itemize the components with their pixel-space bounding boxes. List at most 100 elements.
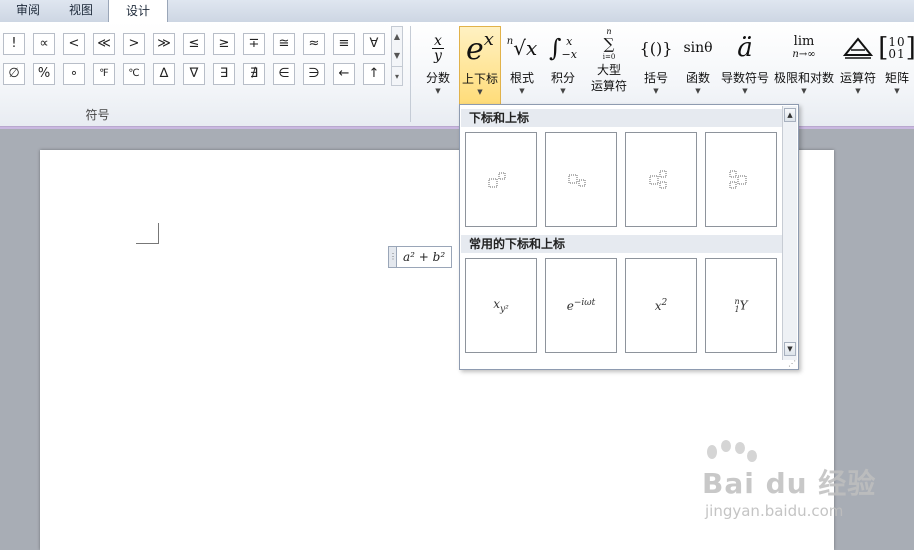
ribbon-tab-bar: 审阅 视图 设计 [0,0,914,23]
symbol-button[interactable]: ∀ [363,33,385,55]
limit-log-label: 极限和对数 [773,71,834,85]
dropdown-arrow-icon: ▼ [855,87,861,95]
common-script-tile-x2[interactable]: x2 [625,258,697,353]
symbol-button[interactable]: % [33,63,55,85]
symbol-button[interactable]: ∇ [183,63,205,85]
dropdown-arrow-icon: ▼ [435,87,441,95]
sub-superscript-template-icon [649,170,667,188]
symbols-scrollbar[interactable]: ▲ ▼ ▾ [391,26,403,86]
dropdown-arrow-icon: ▼ [801,87,807,95]
common-script-tile-xy2[interactable]: xy² [465,258,537,353]
formula-preview: e−iωt [566,298,596,313]
dropdown-arrow-icon: ▼ [894,87,900,95]
dropdown-arrow-icon: ▼ [695,87,701,95]
symbol-button[interactable]: ∈ [273,63,295,85]
scroll-down-icon[interactable]: ▼ [784,342,796,356]
superscript-tile[interactable] [465,132,537,227]
scroll-down-icon[interactable]: ▼ [392,46,402,65]
formula-preview: xy² [493,296,509,315]
fraction-numerator: x [434,32,442,49]
large-operator-label-2: 运算符 [590,79,627,93]
symbol-button[interactable]: ∃ [213,63,235,85]
formula-preview: x2 [654,298,668,313]
symbol-button[interactable]: ∄ [243,63,265,85]
symbol-button[interactable]: ≤ [183,33,205,55]
symbol-button[interactable]: ≈ [303,33,325,55]
symbol-button[interactable]: ← [333,63,355,85]
symbol-button[interactable]: ∆ [153,63,175,85]
operator-label: 运算符 [839,71,876,85]
margin-crop-mark [136,223,159,244]
symbol-button[interactable]: ≥ [213,33,235,55]
fraction-button[interactable]: x y 分数 ▼ [418,26,458,120]
symbol-button[interactable]: ∋ [303,63,325,85]
common-script-tile-n1Y[interactable]: n1Y [705,258,777,353]
limit-icon: lim n→∞ [792,34,816,60]
common-script-tile-e-iwt[interactable]: e−iωt [545,258,617,353]
fraction-icon: x y [418,26,458,70]
scroll-up-icon[interactable]: ▲ [784,108,796,122]
dropdown-arrow-icon: ▼ [653,87,659,95]
subscript-template-icon [568,174,586,186]
symbol-button[interactable]: ≪ [93,33,115,55]
symbol-button[interactable]: ∅ [3,63,25,85]
matrix-button[interactable]: [ 10 01 ] 矩阵 ▼ [878,26,914,120]
gallery-scrollbar[interactable]: ▲ ▼ [782,106,797,360]
symbol-button[interactable]: ℃ [123,63,145,85]
bracket-icon: {()} [639,38,673,58]
superscript-template-icon [488,172,506,187]
symbol-button[interactable]: ↑ [363,63,385,85]
accent-label: 导数符号 [720,71,769,85]
symbol-button[interactable]: ≡ [333,33,355,55]
accent-icon: ä [737,33,753,63]
resize-grip-icon[interactable]: ⋰ [788,360,796,368]
script-gallery-dropdown[interactable]: 下标和上标 常用的下标和上标 xy² e−iωt x2 n 1 Y ▲ ▼ ⋰ [459,104,799,370]
symbol-button[interactable]: ≫ [153,33,175,55]
equation-text[interactable]: a² + b² [397,250,451,264]
large-operator-label: 大型 [596,63,621,77]
watermark-url: jingyan.baidu.com [705,502,844,520]
fraction-label: 分数 [425,71,450,85]
symbol-button[interactable]: ∝ [33,33,55,55]
radical-icon: n √x [506,35,538,61]
bracket-label: 括号 [643,71,668,85]
symbol-button[interactable]: ℉ [93,63,115,85]
dropdown-arrow-icon: ▼ [519,87,525,95]
group-divider [410,26,411,122]
function-label: 函数 [685,71,710,85]
left-sub-superscript-tile[interactable] [705,132,777,227]
left-sub-superscript-template-icon [729,170,747,188]
equation-handle-icon[interactable]: ⋮ [389,247,397,267]
function-icon: sinθ [683,40,713,56]
symbol-button[interactable]: > [123,33,145,55]
dropdown-arrow-icon: ▼ [477,88,483,96]
gallery-more-icon[interactable]: ▾ [392,66,402,86]
tab-review[interactable]: 审阅 [0,0,56,21]
script-icon: ex [466,28,494,67]
integral-label: 积分 [550,71,575,85]
dropdown-arrow-icon: ▼ [742,87,748,95]
gallery-section-header: 下标和上标 [461,109,783,127]
tab-view[interactable]: 视图 [56,0,106,21]
sub-superscript-tile[interactable] [625,132,697,227]
symbol-button[interactable]: ≅ [273,33,295,55]
operator-button[interactable]: 运算符 ▼ [838,26,878,120]
matrix-icon: [ 10 01 ] [878,33,914,63]
watermark-brand: Bai du 经验 [702,467,877,500]
tab-design[interactable]: 设计 [108,0,168,23]
dropdown-arrow-icon: ▼ [560,87,566,95]
matrix-label: 矩阵 [884,71,909,85]
symbol-button[interactable]: ∓ [243,33,265,55]
scroll-up-icon[interactable]: ▲ [392,27,402,46]
gallery-section-header: 常用的下标和上标 [461,235,783,253]
large-operator-icon: n ∑ i=0 [602,26,616,61]
equation-container[interactable]: ⋮ a² + b² [388,246,453,268]
script-label: 上下标 [461,72,498,86]
symbol-button[interactable]: ∘ [63,63,85,85]
formula-preview: n1Y [734,296,748,314]
symbol-button[interactable]: ! [3,33,25,55]
symbol-button[interactable]: < [63,33,85,55]
operator-icon [838,26,878,70]
subscript-tile[interactable] [545,132,617,227]
fraction-denominator: y [434,47,442,64]
